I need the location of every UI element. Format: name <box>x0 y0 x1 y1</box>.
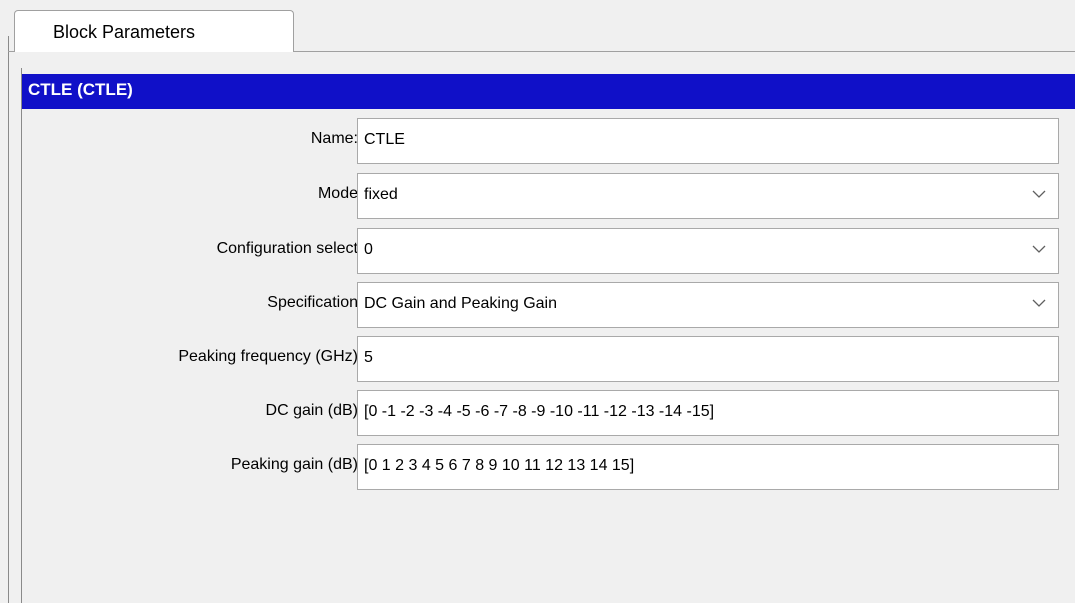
block-parameters-dialog: Block Parameters CTLE (CTLE) Name: CTLE … <box>0 0 1075 603</box>
mode-select[interactable]: fixed <box>357 173 1059 219</box>
param-label-name: Name: <box>310 130 358 147</box>
tab-block-parameters[interactable]: Block Parameters <box>14 10 294 52</box>
name-value: CTLE <box>364 131 405 148</box>
peaking-frequency-value: 5 <box>364 349 373 366</box>
specification-value: DC Gain and Peaking Gain <box>364 295 557 312</box>
chevron-down-icon[interactable] <box>1020 283 1058 327</box>
param-row-dc-gain: DC gain (dB) [0 -1 -2 -3 -4 -5 -6 -7 -8 … <box>22 390 1075 436</box>
peaking-gain-input[interactable]: [0 1 2 3 4 5 6 7 8 9 10 11 12 13 14 15] <box>357 444 1059 490</box>
block-title: CTLE (CTLE) <box>28 80 133 99</box>
param-row-peaking-frequency: Peaking frequency (GHz) 5 <box>22 336 1075 382</box>
specification-select[interactable]: DC Gain and Peaking Gain <box>357 282 1059 328</box>
param-row-specification: Specification DC Gain and Peaking Gain <box>22 282 1075 328</box>
param-row-peaking-gain: Peaking gain (dB) [0 1 2 3 4 5 6 7 8 9 1… <box>22 444 1075 490</box>
block-header-bar: CTLE (CTLE) <box>22 74 1075 109</box>
param-label-dc-gain: DC gain (dB) <box>265 402 358 419</box>
mode-value: fixed <box>364 186 398 203</box>
peaking-gain-value: [0 1 2 3 4 5 6 7 8 9 10 11 12 13 14 15] <box>364 457 635 474</box>
param-label-peaking-frequency: Peaking frequency (GHz) <box>178 348 358 365</box>
tab-strip: Block Parameters <box>0 0 1075 52</box>
window-left-border <box>8 36 9 603</box>
param-label-specification: Specification <box>267 294 358 311</box>
peaking-frequency-input[interactable]: 5 <box>357 336 1059 382</box>
dc-gain-input[interactable]: [0 -1 -2 -3 -4 -5 -6 -7 -8 -9 -10 -11 -1… <box>357 390 1059 436</box>
configuration-select-value: 0 <box>364 241 373 258</box>
dc-gain-value: [0 -1 -2 -3 -4 -5 -6 -7 -8 -9 -10 -11 -1… <box>364 403 715 420</box>
chevron-down-icon[interactable] <box>1020 174 1058 218</box>
tab-label: Block Parameters <box>53 22 196 42</box>
configuration-select-dropdown[interactable]: 0 <box>357 228 1059 274</box>
param-row-configuration-select: Configuration select 0 <box>22 228 1075 274</box>
param-row-mode: Mode fixed <box>22 173 1075 219</box>
chevron-down-icon[interactable] <box>1020 229 1058 273</box>
param-label-peaking-gain: Peaking gain (dB) <box>230 456 358 473</box>
param-label-mode: Mode <box>317 185 358 202</box>
param-label-configuration-select: Configuration select <box>216 240 358 257</box>
name-input[interactable]: CTLE <box>357 118 1059 164</box>
parameters-panel: CTLE (CTLE) Name: CTLE Mode fixed Config… <box>21 68 1075 603</box>
param-row-name: Name: CTLE <box>22 118 1075 164</box>
